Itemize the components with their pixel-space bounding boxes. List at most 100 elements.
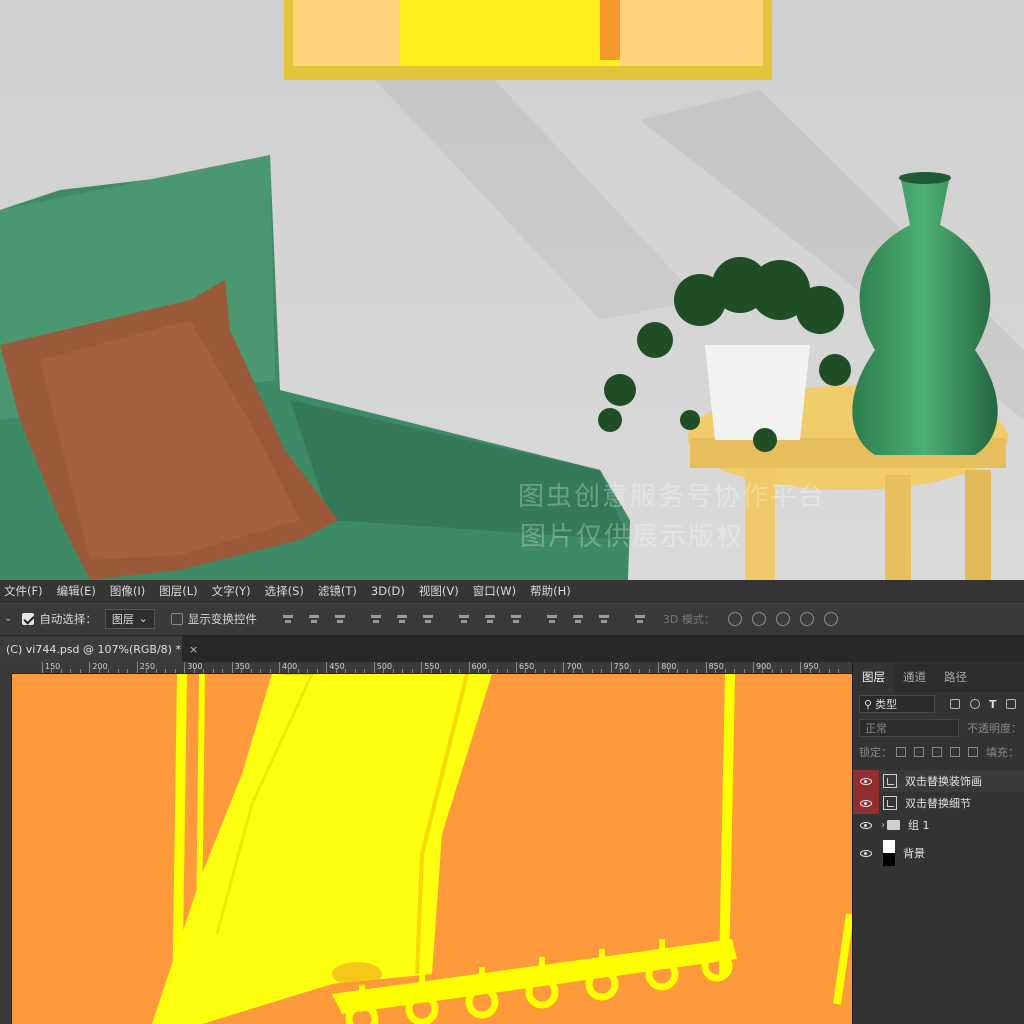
menu-filter[interactable]: 滤镜(T): [318, 583, 357, 599]
smart-object-icon: [883, 774, 897, 788]
menu-bar: 文件(F) 编辑(E) 图像(I) 图层(L) 文字(Y) 选择(S) 滤镜(T…: [0, 580, 1024, 602]
filter-row: ⚲ 类型 T: [853, 692, 1024, 716]
ruler-minor-tick: [686, 669, 688, 673]
auto-select-checkbox[interactable]: [22, 612, 35, 625]
ruler-minor-tick: [762, 669, 764, 673]
filter-shape-icon[interactable]: [1005, 699, 1016, 709]
align-bottom-icon[interactable]: [333, 612, 347, 626]
align-hcenter-icon[interactable]: [395, 612, 409, 626]
tab-layers[interactable]: 图层: [853, 662, 894, 692]
filter-type-icon[interactable]: T: [989, 698, 997, 711]
ruler-tick: [468, 662, 470, 673]
ruler-minor-tick: [648, 669, 650, 673]
filter-adjustment-icon[interactable]: [970, 699, 980, 709]
ruler-minor-tick: [487, 669, 489, 673]
distribute-vcenter-icon[interactable]: [483, 612, 497, 626]
ruler-minor-tick: [497, 669, 499, 673]
distribute-left-icon[interactable]: [545, 612, 559, 626]
ruler-minor-tick: [335, 669, 337, 673]
distribute-hcenter-icon[interactable]: [571, 612, 585, 626]
ruler-tick: [89, 662, 91, 673]
lock-position-icon[interactable]: [932, 747, 942, 757]
ruler-minor-tick: [809, 669, 811, 673]
layer-row[interactable]: 双击替换细节: [853, 792, 1024, 814]
visibility-toggle[interactable]: [853, 792, 879, 814]
menu-window[interactable]: 窗口(W): [473, 583, 516, 599]
document-canvas[interactable]: [12, 674, 852, 1024]
menu-image[interactable]: 图像(I): [110, 583, 145, 599]
watermark-line-1: 图虫创意服务号协作平台: [518, 482, 827, 512]
visibility-toggle[interactable]: [853, 814, 879, 836]
close-tab-icon[interactable]: ×: [189, 643, 198, 656]
align-left-icon[interactable]: [369, 612, 383, 626]
auto-select-dropdown[interactable]: 图层 ⌄: [104, 608, 155, 629]
ruler-label: 650: [519, 662, 535, 671]
ruler-tick: [800, 662, 802, 673]
document-tab[interactable]: (C) vi744.psd @ 107%(RGB/8) * ×: [0, 636, 198, 662]
menu-type[interactable]: 文字(Y): [212, 583, 251, 599]
menu-help[interactable]: 帮助(H): [530, 583, 571, 599]
menu-file[interactable]: 文件(F): [4, 583, 43, 599]
ruler-label: 550: [424, 662, 440, 671]
ruler-origin[interactable]: [0, 662, 12, 674]
tool-preset-chevron-icon[interactable]: ⌄: [4, 613, 12, 624]
roll-3d-icon[interactable]: [751, 611, 766, 626]
horizontal-ruler[interactable]: 150 200 250 300 350 400 450 500 550 600 650 700 750 8…: [12, 662, 852, 674]
menu-select[interactable]: 选择(S): [265, 583, 304, 599]
menu-edit[interactable]: 编辑(E): [57, 583, 96, 599]
filter-pixel-icon[interactable]: [950, 699, 960, 709]
layer-name: 背景: [903, 847, 925, 860]
options-bar: ⌄ 自动选择： 图层 ⌄ 显示变换控件 3D 模式：: [0, 602, 1024, 636]
align-vcenter-icon[interactable]: [307, 612, 321, 626]
ruler-minor-tick: [506, 669, 508, 673]
show-transform-checkbox[interactable]: [170, 612, 183, 625]
layer-filter-value: 类型: [875, 698, 898, 711]
layer-row[interactable]: › 组 1: [853, 814, 1024, 836]
pan-3d-icon[interactable]: [775, 611, 790, 626]
ruler-label: 600: [471, 662, 487, 671]
ruler-minor-tick: [601, 669, 603, 673]
slide-3d-icon[interactable]: [799, 611, 814, 626]
menu-3d[interactable]: 3D(D): [371, 584, 405, 598]
align-right-icon[interactable]: [421, 612, 435, 626]
menu-layer[interactable]: 图层(L): [159, 583, 197, 599]
distribute-top-icon[interactable]: [457, 612, 471, 626]
visibility-toggle[interactable]: [853, 770, 879, 792]
chevron-right-icon[interactable]: ›: [881, 820, 885, 831]
ruler-minor-tick: [146, 669, 148, 673]
lock-all-icon[interactable]: [968, 747, 978, 757]
orbit-3d-icon[interactable]: [727, 611, 742, 626]
distribute-bottom-icon[interactable]: [509, 612, 523, 626]
fill-label: 填充：: [986, 746, 1019, 759]
ruler-minor-tick: [383, 669, 385, 673]
ruler-label: 950: [803, 662, 819, 671]
layer-row[interactable]: 背景: [853, 836, 1024, 870]
tab-channels[interactable]: 通道: [894, 662, 935, 692]
scale-3d-icon[interactable]: [823, 611, 838, 626]
ruler-tick: [136, 662, 138, 673]
lock-image-icon[interactable]: [914, 747, 924, 757]
distribute-right-icon[interactable]: [597, 612, 611, 626]
layer-filter-dropdown[interactable]: ⚲ 类型: [859, 695, 935, 713]
eye-icon: [860, 849, 872, 857]
ruler-minor-tick: [743, 669, 745, 673]
layer-row[interactable]: 双击替换装饰画: [853, 770, 1024, 792]
lock-transparent-icon[interactable]: [896, 747, 906, 757]
auto-select-label: 自动选择：: [39, 611, 97, 626]
ruler-minor-tick: [297, 669, 299, 673]
ruler-minor-tick: [364, 669, 366, 673]
menu-view[interactable]: 视图(V): [419, 583, 459, 599]
vertical-ruler[interactable]: [0, 674, 12, 1024]
ruler-minor-tick: [819, 669, 821, 673]
ruler-minor-tick: [60, 669, 62, 673]
ruler-label: 350: [234, 662, 250, 671]
tab-paths[interactable]: 路径: [935, 662, 976, 692]
auto-align-icon[interactable]: [633, 612, 647, 626]
ruler-minor-tick: [250, 669, 252, 673]
visibility-toggle[interactable]: [853, 836, 879, 870]
ruler-minor-tick: [222, 669, 224, 673]
align-top-icon[interactable]: [281, 612, 295, 626]
blend-mode-dropdown[interactable]: 正常: [859, 719, 959, 737]
lock-artboard-icon[interactable]: [950, 747, 960, 757]
layers-panel: 图层 通道 路径 ⚲ 类型 T 正常 不透明度： 锁定： 填充： 双击替换装饰画: [852, 662, 1024, 1024]
